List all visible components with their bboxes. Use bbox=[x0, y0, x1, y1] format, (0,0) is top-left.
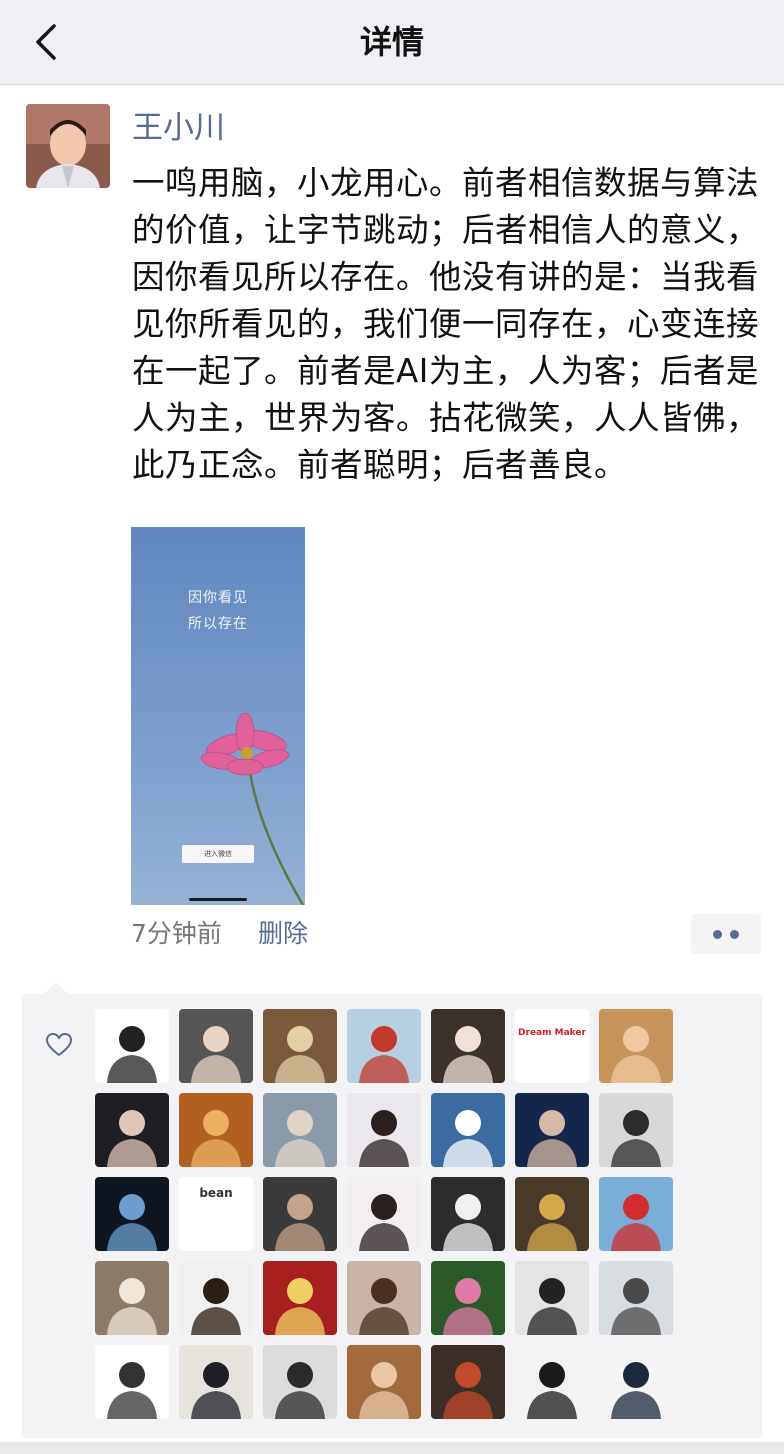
image-home-indicator bbox=[189, 898, 247, 901]
cartoon-face-avatar[interactable] bbox=[599, 1009, 673, 1083]
likes-panel-arrow bbox=[44, 982, 68, 994]
tea-cups-avatar[interactable] bbox=[431, 1345, 505, 1419]
boxer-avatar[interactable] bbox=[263, 1177, 337, 1251]
heart-icon bbox=[46, 1033, 72, 1056]
delete-button[interactable]: 删除 bbox=[258, 914, 308, 954]
likes-panel: Dream Maker bean bbox=[22, 994, 762, 1438]
post-text: 一鸣用脑，小龙用心。前者相信数据与算法的价值，让字节跳动；后者相信人的意义，因你… bbox=[132, 164, 760, 484]
post-time: 7分钟前 bbox=[131, 919, 222, 948]
likers-grid: Dream Maker bean bbox=[95, 1009, 755, 1429]
woman-with-glasses-avatar[interactable] bbox=[599, 1093, 673, 1167]
woman-in-white-avatar[interactable] bbox=[431, 1009, 505, 1083]
dark-car-avatar[interactable] bbox=[95, 1177, 169, 1251]
man-with-glasses-avatar[interactable] bbox=[263, 1345, 337, 1419]
top-navigation-bar: 详情 bbox=[0, 0, 784, 85]
group-photo-avatar[interactable] bbox=[263, 1093, 337, 1167]
cloudy-sky-avatar[interactable] bbox=[431, 1093, 505, 1167]
page-title: 详情 bbox=[359, 23, 424, 61]
woman-black-hair-avatar[interactable] bbox=[515, 1345, 589, 1419]
woman-in-blue-avatar[interactable] bbox=[515, 1093, 589, 1167]
image-text-line1: 因你看见 bbox=[188, 590, 248, 606]
dog-avatar[interactable] bbox=[263, 1009, 337, 1083]
event-banner-avatar[interactable] bbox=[263, 1261, 337, 1335]
bean-sketch-avatar[interactable]: bean bbox=[179, 1177, 253, 1251]
man-in-suit-avatar[interactable] bbox=[179, 1261, 253, 1335]
smiling-woman-avatar[interactable] bbox=[347, 1177, 421, 1251]
man-in-tie-avatar[interactable] bbox=[599, 1345, 673, 1419]
line-art-face-avatar[interactable] bbox=[95, 1345, 169, 1419]
girl-portrait-avatar[interactable] bbox=[347, 1261, 421, 1335]
couple-by-sea-avatar[interactable] bbox=[599, 1177, 673, 1251]
enter-wechat-button: 进入微信 bbox=[182, 845, 254, 863]
author-name[interactable]: 王小川 bbox=[132, 106, 225, 150]
blurry-portrait-avatar[interactable] bbox=[347, 1345, 421, 1419]
post-image[interactable]: 因你看见 所以存在 进入微信 bbox=[131, 527, 305, 905]
chevron-left-icon bbox=[36, 24, 56, 60]
more-dots-icon bbox=[730, 929, 739, 939]
torii-gate-avatar[interactable] bbox=[347, 1009, 421, 1083]
woman-profile-avatar[interactable] bbox=[515, 1261, 589, 1335]
autumn-leaves-avatar[interactable] bbox=[179, 1093, 253, 1167]
woman-in-hat-avatar[interactable] bbox=[347, 1093, 421, 1167]
stormtrooper-avatar[interactable] bbox=[431, 1177, 505, 1251]
lotus-avatar[interactable] bbox=[431, 1261, 505, 1335]
man-in-vest-avatar[interactable] bbox=[179, 1009, 253, 1083]
more-button[interactable] bbox=[691, 914, 761, 954]
woman-in-blazer-avatar[interactable] bbox=[179, 1345, 253, 1419]
man-with-guitar-avatar[interactable] bbox=[515, 1177, 589, 1251]
cartoon-boy-avatar[interactable] bbox=[95, 1009, 169, 1083]
image-text-line2: 所以存在 bbox=[188, 616, 248, 632]
bottom-edge bbox=[0, 1442, 784, 1454]
avatar-label: bean bbox=[199, 1186, 233, 1200]
woman-portrait-avatar[interactable] bbox=[95, 1093, 169, 1167]
more-dots-icon bbox=[713, 929, 722, 939]
mountain-hiker-avatar[interactable] bbox=[599, 1261, 673, 1335]
author-avatar[interactable] bbox=[26, 104, 110, 188]
grumpy-cat-avatar[interactable] bbox=[95, 1261, 169, 1335]
avatar-label: Dream Maker bbox=[518, 1028, 586, 1038]
dream-maker-logo-avatar[interactable]: Dream Maker bbox=[515, 1009, 589, 1083]
back-button[interactable] bbox=[22, 18, 70, 66]
